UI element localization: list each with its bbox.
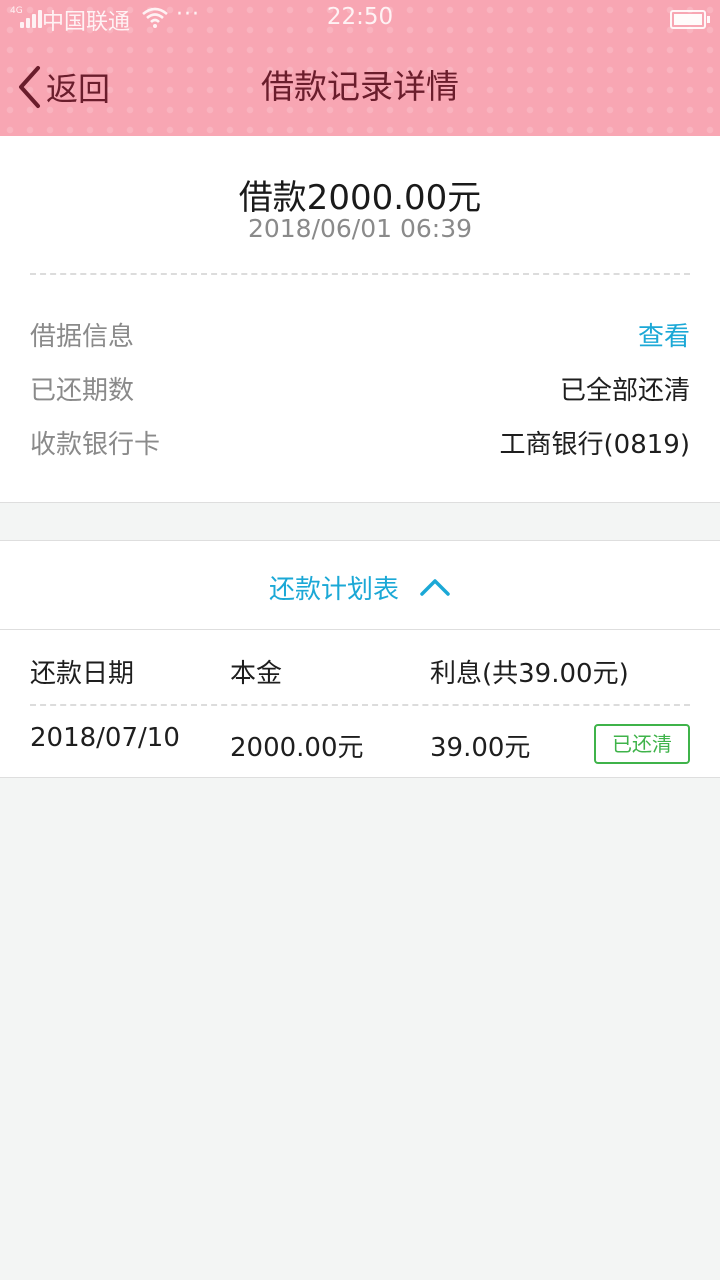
bank-card-value: 工商银行(0819) [499,429,690,460]
divider [0,629,720,630]
periods-label: 已还期数 [30,375,135,406]
loan-note-row[interactable]: 借据信息 查看 [30,314,690,354]
status-time: 22:50 [326,4,394,30]
interest-value: 39.00元 [430,733,531,763]
repayment-plan-label: 还款计划表 [268,574,399,605]
divider [30,273,690,275]
page-title: 借款记录详情 [261,67,459,106]
column-header-date: 还款日期 [30,659,135,689]
column-header-interest: 利息(共39.00元) [430,659,629,689]
header: 4G 中国联通 ··· 22:50 返回 借款记录详情 [0,0,720,136]
repayment-plan-toggle[interactable]: 还款计划表 [0,563,720,611]
periods-row: 已还期数 已全部还清 [30,368,690,408]
chevron-up-icon [420,579,450,596]
loan-amount: 借款2000.00元 [238,178,482,218]
periods-value: 已全部还清 [559,375,690,406]
status-badge: 已还清 [594,724,690,764]
loan-datetime: 2018/06/01 06:39 [247,214,473,243]
divider [30,704,690,706]
bank-card-label: 收款银行卡 [30,429,161,460]
battery-icon [670,10,710,29]
view-loan-note-link[interactable]: 查看 [638,316,690,353]
column-header-principal: 本金 [230,659,283,689]
status-bar: 4G 中国联通 ··· 22:50 [0,0,720,38]
principal-value: 2000.00元 [230,733,364,763]
repayment-date: 2018/07/10 [30,723,180,753]
loan-note-label: 借据信息 [30,321,135,352]
bank-card-row: 收款银行卡 工商银行(0819) [30,422,690,462]
loan-summary-card: 借款2000.00元 2018/06/01 06:39 借据信息 查看 已还期数… [0,136,720,503]
repayment-plan-section: 还款计划表 还款日期 本金 利息(共39.00元) 2018/07/10 200… [0,540,720,778]
